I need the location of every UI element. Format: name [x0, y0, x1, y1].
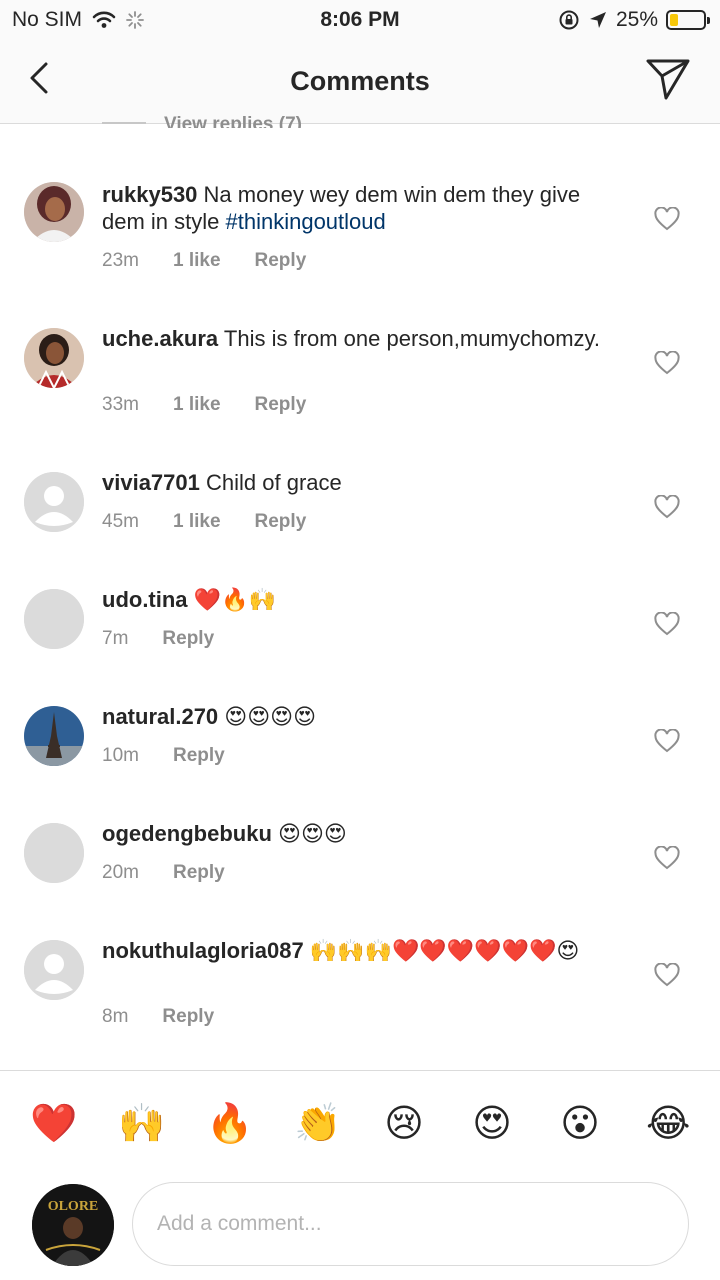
comment-meta: 10m Reply [102, 745, 225, 767]
status-bar: No SIM 8:06 PM 25% [0, 0, 720, 40]
comment-text: udo.tina ❤️🔥🙌 [102, 586, 622, 614]
comment-username[interactable]: rukky530 [102, 182, 197, 207]
comment-time: 8m [102, 1006, 129, 1027]
comment-text: natural.270 😍😍😍😍 [102, 703, 622, 731]
avatar[interactable] [24, 182, 84, 242]
battery-icon [666, 10, 710, 30]
like-count[interactable]: 1 like [173, 511, 221, 533]
comment-message: 😍😍😍 [278, 822, 347, 847]
default-avatar-icon[interactable] [24, 940, 84, 1000]
fire-emoji-button[interactable]: 🔥 [206, 1101, 253, 1145]
crying-face-emoji-button[interactable]: 😢 [382, 1101, 426, 1145]
heart-icon[interactable] [654, 207, 680, 231]
page-title: Comments [290, 66, 430, 96]
comment-username[interactable]: ogedengbebuku [102, 821, 272, 846]
comment-username[interactable]: nokuthulagloria087 [102, 938, 304, 963]
comment-time: 20m [102, 862, 139, 883]
comment-message: This is from one person,mumychomzy. [223, 326, 601, 351]
comment-username[interactable]: vivia7701 [102, 470, 200, 495]
view-replies-link[interactable]: View replies (7) [102, 112, 402, 128]
my-avatar[interactable]: OLORE [32, 1184, 114, 1266]
comment-message: Child of grace [206, 470, 342, 495]
default-avatar-icon[interactable] [24, 472, 84, 532]
heart-icon[interactable] [654, 846, 680, 870]
comment-message: 🙌🙌🙌❤️❤️❤️❤️❤️❤️😍 [309, 939, 580, 964]
avatar[interactable] [24, 706, 84, 766]
reply-button[interactable]: Reply [162, 628, 214, 650]
tears-of-joy-emoji-button[interactable]: 😂 [646, 1101, 690, 1145]
like-count[interactable]: 1 like [173, 250, 221, 272]
heart-icon[interactable] [654, 351, 680, 375]
comment-composer: OLORE [0, 1170, 720, 1280]
comment-meta: 45m 1 like Reply [102, 511, 306, 533]
comment-meta: 7m Reply [102, 628, 214, 650]
comment-text: ogedengbebuku 😍😍😍 [102, 820, 622, 848]
avatar[interactable] [24, 823, 84, 883]
paper-plane-icon[interactable] [644, 56, 692, 102]
comment-message: 😍😍😍😍 [224, 705, 317, 730]
reply-button[interactable]: Reply [173, 862, 225, 884]
comment-text: nokuthulagloria087 🙌🙌🙌❤️❤️❤️❤️❤️❤️😍 [102, 937, 602, 965]
heart-icon[interactable] [654, 612, 680, 636]
reply-button[interactable]: Reply [255, 250, 307, 272]
comment-text: vivia7701 Child of grace [102, 469, 622, 496]
reply-button[interactable]: Reply [173, 745, 225, 767]
comment-message: ❤️🔥🙌 [193, 588, 276, 613]
comment-input[interactable] [132, 1182, 689, 1266]
rotation-lock-icon [559, 10, 579, 30]
heart-icon[interactable] [654, 963, 680, 987]
heart-eyes-emoji-button[interactable]: 😍 [470, 1101, 514, 1145]
avatar[interactable] [24, 589, 84, 649]
comment-username[interactable]: uche.akura [102, 326, 218, 351]
reply-button[interactable]: Reply [255, 394, 307, 416]
comment-text: uche.akura This is from one person,mumyc… [102, 325, 622, 352]
comment-meta: 23m 1 like Reply [102, 250, 306, 272]
comment-time: 7m [102, 628, 129, 649]
comment-meta: 8m Reply [102, 1006, 214, 1028]
status-right: 25% [558, 8, 710, 32]
battery-percent: 25% [615, 8, 658, 31]
clapping-hands-emoji-button[interactable]: 👏 [294, 1101, 341, 1145]
comment-time: 23m [102, 250, 139, 271]
hashtag-link[interactable]: #thinkingoutloud [226, 209, 386, 234]
comment-time: 10m [102, 745, 139, 766]
heart-icon[interactable] [654, 495, 680, 519]
like-count[interactable]: 1 like [173, 394, 221, 416]
comment-username[interactable]: udo.tina [102, 587, 188, 612]
comment-time: 33m [102, 394, 139, 415]
reply-button[interactable]: Reply [162, 1006, 214, 1028]
comment-time: 45m [102, 511, 139, 532]
comment-username[interactable]: natural.270 [102, 704, 218, 729]
heart-icon[interactable] [654, 729, 680, 753]
raising-hands-emoji-button[interactable]: 🙌 [118, 1101, 165, 1145]
reply-button[interactable]: Reply [255, 511, 307, 533]
location-arrow-icon [589, 12, 606, 28]
my-avatar-image: OLORE [32, 1184, 114, 1266]
comment-meta: 20m Reply [102, 862, 225, 884]
avatar[interactable] [24, 328, 84, 388]
emoji-reaction-bar: ❤️ 🙌 🔥 👏 😢 😍 😮 😂 [0, 1070, 720, 1170]
surprised-face-emoji-button[interactable]: 😮 [558, 1101, 602, 1145]
view-replies-label: View replies (7) [164, 114, 302, 128]
view-replies-line [102, 122, 146, 124]
red-heart-emoji-button[interactable]: ❤️ [30, 1101, 77, 1145]
avatar-logo-text: OLORE [48, 1199, 99, 1214]
comment-text: rukky530 Na money wey dem win dem they g… [102, 181, 622, 235]
comment-meta: 33m 1 like Reply [102, 394, 306, 416]
